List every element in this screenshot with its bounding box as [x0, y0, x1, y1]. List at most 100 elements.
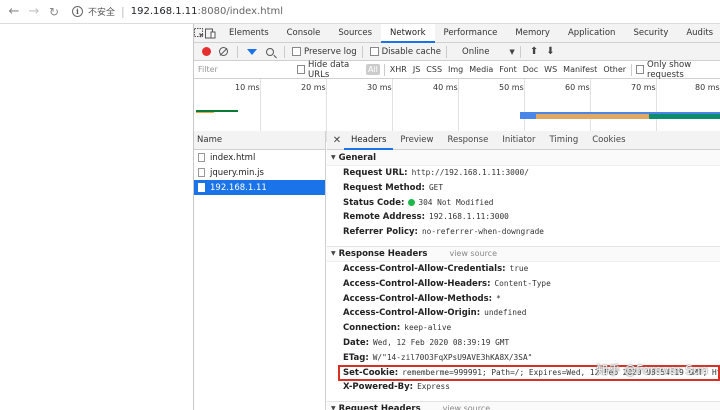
header-row: Request Method: GET — [327, 181, 720, 196]
tab-network[interactable]: Network — [381, 23, 435, 43]
header-row: Connection: keep-alive — [327, 321, 720, 336]
tab-sources[interactable]: Sources — [329, 24, 381, 43]
filter-separator — [631, 63, 632, 76]
timeline-tick-label: 50 ms — [499, 83, 524, 92]
general-section-header[interactable]: ▼ General — [327, 150, 720, 166]
request-row-selected[interactable]: 192.168.1.11 — [194, 180, 325, 195]
search-icon[interactable] — [266, 47, 274, 56]
header-value: W/"14-zil70O3FqXPsU9AVE3hKA8X/3SA" — [372, 352, 533, 362]
header-value: http://192.168.1.11:3000/ — [411, 168, 529, 177]
info-icon[interactable]: i — [72, 6, 83, 17]
watermark: 知乎 @Forever Sun — [596, 363, 708, 377]
filter-type-js[interactable]: JS — [410, 65, 423, 74]
close-icon[interactable]: ✕ — [330, 135, 344, 146]
tab-performance[interactable]: Performance — [435, 24, 507, 43]
devtools-window: Elements Console Sources Network Perform… — [193, 23, 720, 410]
tab-application[interactable]: Application — [559, 24, 625, 43]
preserve-log-checkbox[interactable] — [292, 47, 301, 56]
header-key: Remote Address: — [343, 212, 426, 223]
disable-cache-checkbox[interactable] — [369, 47, 379, 56]
header-value: 304 Not Modified — [418, 197, 494, 207]
throttle-value: Online — [462, 46, 490, 57]
inspect-element-icon[interactable] — [194, 24, 205, 42]
header-key: Access-Control-Allow-Origin: — [343, 308, 481, 319]
header-value: * — [496, 293, 501, 303]
forward-arrow-icon[interactable]: → — [24, 2, 44, 22]
tab-audits[interactable]: Audits — [677, 24, 720, 43]
file-icon — [198, 183, 205, 192]
file-icon — [198, 153, 205, 162]
hide-data-urls-checkbox[interactable] — [296, 65, 306, 74]
only-show-requests-checkbox[interactable] — [635, 65, 645, 74]
timeline-tick-label: 20 ms — [301, 83, 326, 92]
header-row: Access-Control-Allow-Origin: undefined — [327, 306, 720, 321]
triangle-down-icon: ▼ — [331, 249, 336, 257]
header-value: undefined — [484, 308, 527, 318]
throttle-select[interactable]: Online ▼ — [462, 47, 515, 57]
url-path: :8080/index.html — [197, 6, 284, 17]
filter-input[interactable]: Filter — [197, 63, 295, 77]
timeline-bar-request — [520, 114, 720, 119]
tab-cookies[interactable]: Cookies — [585, 131, 632, 150]
view-source-link[interactable]: view source — [443, 401, 491, 410]
record-icon[interactable] — [202, 47, 211, 56]
tab-preview[interactable]: Preview — [393, 131, 440, 150]
request-row[interactable]: index.html — [194, 150, 325, 165]
filter-type-xhr[interactable]: XHR — [387, 65, 410, 74]
file-icon — [198, 168, 205, 177]
header-key: Request Method: — [343, 182, 425, 193]
export-har-icon[interactable]: ⬇ — [546, 46, 554, 57]
clear-icon[interactable] — [219, 47, 228, 56]
timeline-bar-segment — [536, 114, 649, 119]
back-arrow-icon[interactable]: ← — [4, 2, 24, 22]
tab-security[interactable]: Security — [624, 24, 677, 43]
only-show-requests-label: Only show requests — [647, 59, 692, 80]
timeline-tick-label: 60 ms — [565, 83, 590, 92]
toolbar-separator — [519, 45, 521, 58]
url-field[interactable]: 192.168.1.11:8080/index.html — [131, 6, 283, 17]
tab-console[interactable]: Console — [278, 24, 330, 43]
filter-type-ws[interactable]: WS — [541, 65, 560, 74]
filter-type-css[interactable]: CSS — [423, 65, 445, 74]
request-headers-section-header[interactable]: ▼ Request Headers view source — [327, 401, 720, 410]
triangle-down-icon: ▼ — [331, 153, 336, 161]
tab-elements[interactable]: Elements — [220, 24, 278, 43]
filter-type-media[interactable]: Media — [466, 65, 496, 74]
filter-type-other[interactable]: Other — [600, 65, 629, 74]
tab-headers[interactable]: Headers — [344, 131, 394, 150]
header-row: Remote Address: 192.168.1.11:3000 — [327, 210, 720, 225]
hide-data-urls-label: Hide data URLs — [308, 59, 350, 80]
toolbar-separator — [237, 45, 238, 58]
reload-icon[interactable]: ↻ — [44, 2, 64, 22]
timeline-tick-label: 70 ms — [631, 83, 656, 92]
tab-initiator[interactable]: Initiator — [495, 131, 542, 150]
filter-funnel-icon[interactable] — [247, 48, 257, 55]
timeline-tick-label: 10 ms — [235, 83, 260, 92]
request-name: jquery.min.js — [210, 167, 264, 178]
tab-memory[interactable]: Memory — [506, 24, 559, 43]
tab-timing[interactable]: Timing — [543, 131, 586, 150]
filter-type-img[interactable]: Img — [445, 65, 466, 74]
header-value: Content-Type — [494, 278, 551, 288]
filter-type-all[interactable]: All — [365, 64, 380, 75]
filter-type-doc[interactable]: Doc — [520, 65, 541, 74]
url-host: 192.168.1.11 — [130, 6, 198, 17]
timeline-tick-label: 80 ms — [695, 83, 720, 92]
header-key: Referrer Policy: — [343, 227, 418, 238]
filter-type-manifest[interactable]: Manifest — [560, 65, 600, 74]
import-har-icon[interactable]: ⬆ — [530, 46, 538, 57]
device-toolbar-icon[interactable] — [205, 24, 216, 42]
tab-response[interactable]: Response — [440, 131, 495, 150]
response-headers-section-header[interactable]: ▼ Response Headers view source — [327, 245, 720, 262]
header-key: ETag: — [343, 352, 369, 363]
view-source-link[interactable]: view source — [449, 246, 497, 262]
header-row: Access-Control-Allow-Headers: Content-Typ… — [327, 277, 720, 292]
request-row[interactable]: jquery.min.js — [194, 165, 325, 180]
timeline-tick-label: 40 ms — [433, 83, 458, 92]
security-label[interactable]: 不安全 — [88, 5, 115, 18]
header-key: Connection: — [343, 323, 401, 334]
filter-type-font[interactable]: Font — [496, 65, 519, 74]
request-list-header[interactable]: Name — [194, 131, 325, 150]
timeline-bar-segment — [520, 114, 536, 119]
section-title: General — [338, 152, 377, 163]
